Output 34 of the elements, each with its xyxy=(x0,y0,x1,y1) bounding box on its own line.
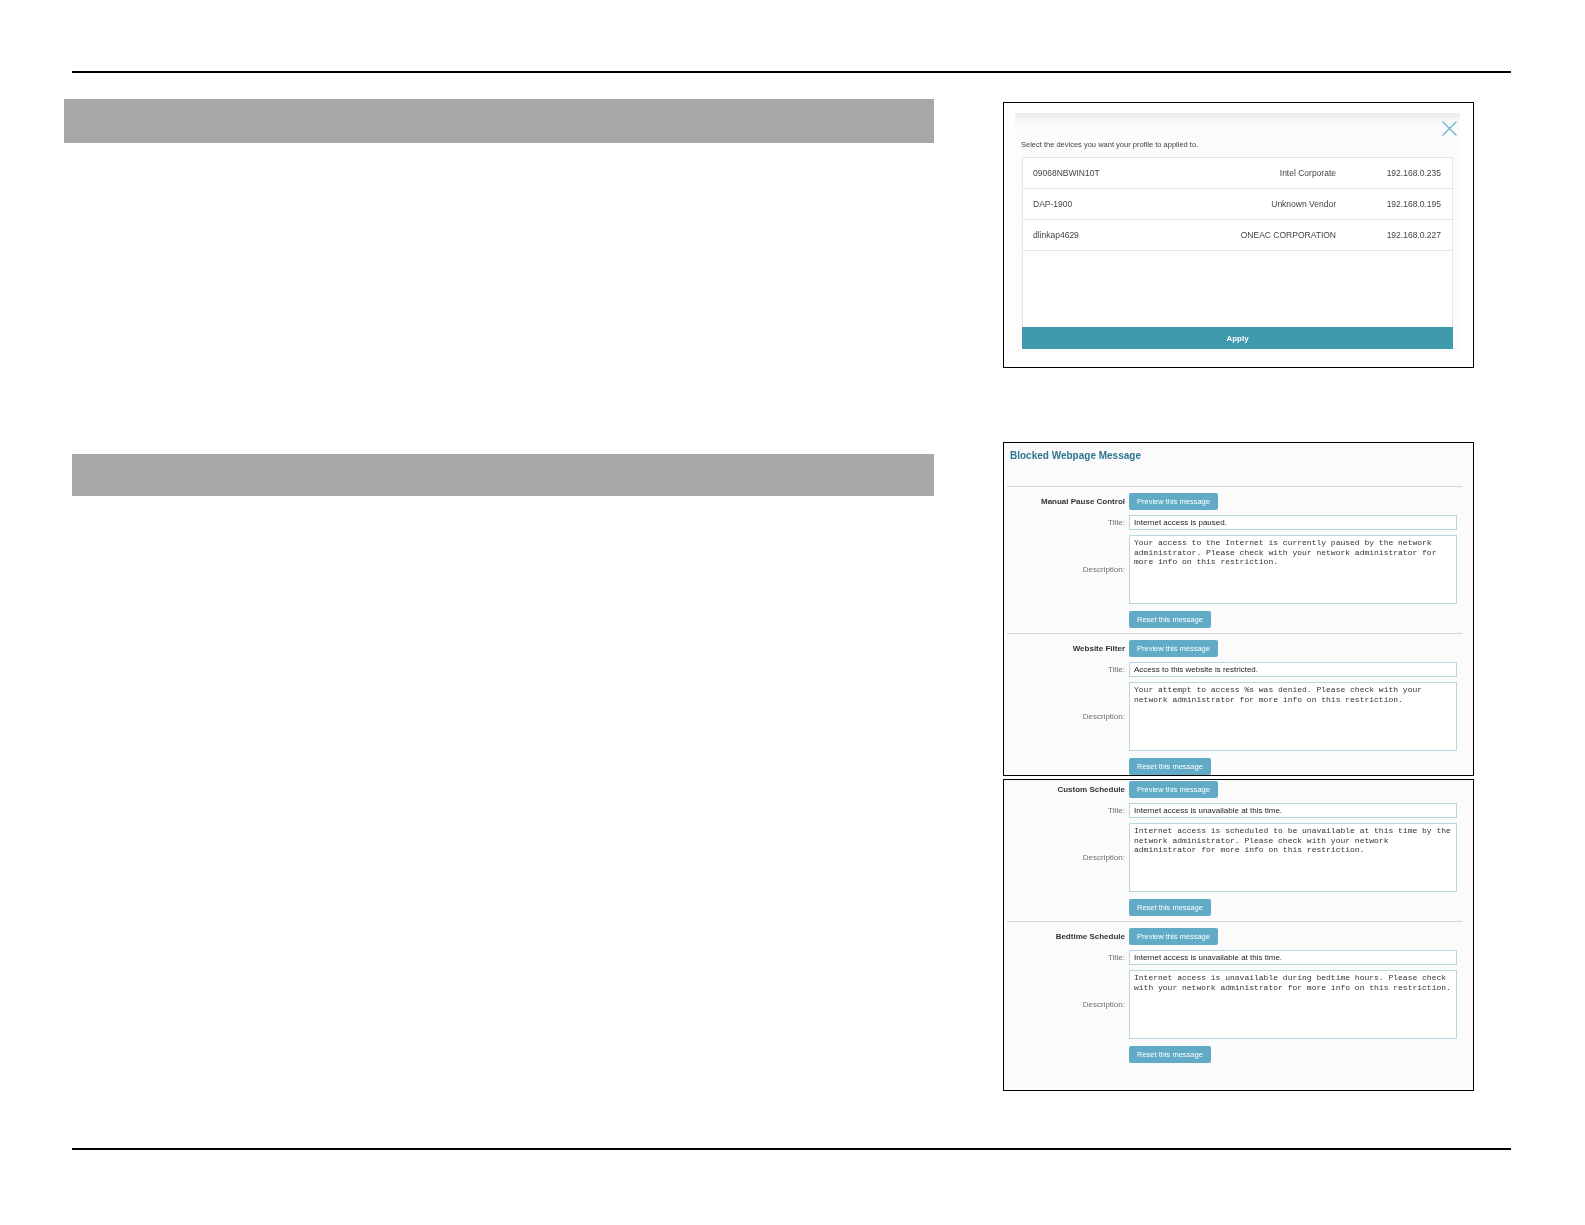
device-list-item[interactable]: 09068NBWIN10T Intel Corporate 192.168.0.235 xyxy=(1023,158,1452,189)
close-icon[interactable] xyxy=(1442,121,1457,136)
field-label: Description: xyxy=(1082,999,1125,1010)
category-label: Website Filter xyxy=(1072,643,1125,654)
device-name: 09068NBWIN10T xyxy=(1033,168,1100,178)
device-ip: 192.168.0.195 xyxy=(1386,199,1441,209)
title-field[interactable]: Internet access is unavailable at this time. xyxy=(1129,803,1457,818)
device-name: dlinkap4629 xyxy=(1033,230,1079,240)
device-vendor: Intel Corporate xyxy=(1279,168,1336,178)
description-field[interactable]: Your access to the Internet is currently paused by the network administrator. Please check with your network administrator for more info on this restriction. xyxy=(1129,535,1457,604)
category-label: Custom Schedule xyxy=(1057,784,1125,795)
device-ip: 192.168.0.235 xyxy=(1386,168,1441,178)
device-list-item[interactable]: dlinkap4629 ONEAC CORPORATION 192.168.0.227 xyxy=(1023,220,1452,251)
device-vendor: ONEAC CORPORATION xyxy=(1240,230,1336,240)
device-vendor: Unknown Vendor xyxy=(1271,199,1336,209)
device-ip: 192.168.0.227 xyxy=(1386,230,1441,240)
field-label: Description: xyxy=(1082,564,1125,575)
device-name: DAP-1900 xyxy=(1033,199,1073,209)
field-label: Title: xyxy=(1107,664,1125,675)
category-label: Manual Pause Control xyxy=(1041,496,1125,507)
device-list-item[interactable]: DAP-1900 Unknown Vendor 192.168.0.195 xyxy=(1023,189,1452,220)
field-label: Description: xyxy=(1082,852,1125,863)
field-label: Title: xyxy=(1107,517,1125,528)
description-field[interactable]: Internet access is unavailable during bedtime hours. Please check with your network administrator for more info on this restriction. xyxy=(1129,970,1457,1039)
description-field[interactable]: Internet access is scheduled to be unavailable at this time by the network administrator. Please check with your network administrator for more info on this restriction. xyxy=(1129,823,1457,892)
field-label: Description: xyxy=(1082,711,1125,722)
title-field[interactable]: Access to this website is restricted. xyxy=(1129,662,1457,677)
description-field[interactable]: Your attempt to access %s was denied. Please check with your network administrator for more info on this restriction. xyxy=(1129,682,1457,751)
section-title: Blocked Webpage Message xyxy=(1010,449,1141,462)
field-label: Title: xyxy=(1107,805,1125,816)
title-field[interactable]: Internet access is paused. xyxy=(1129,515,1457,530)
title-field[interactable]: Internet access is unavailable at this time. xyxy=(1129,950,1457,965)
category-label: Bedtime Schedule xyxy=(1055,931,1125,942)
field-label: Title: xyxy=(1107,952,1125,963)
